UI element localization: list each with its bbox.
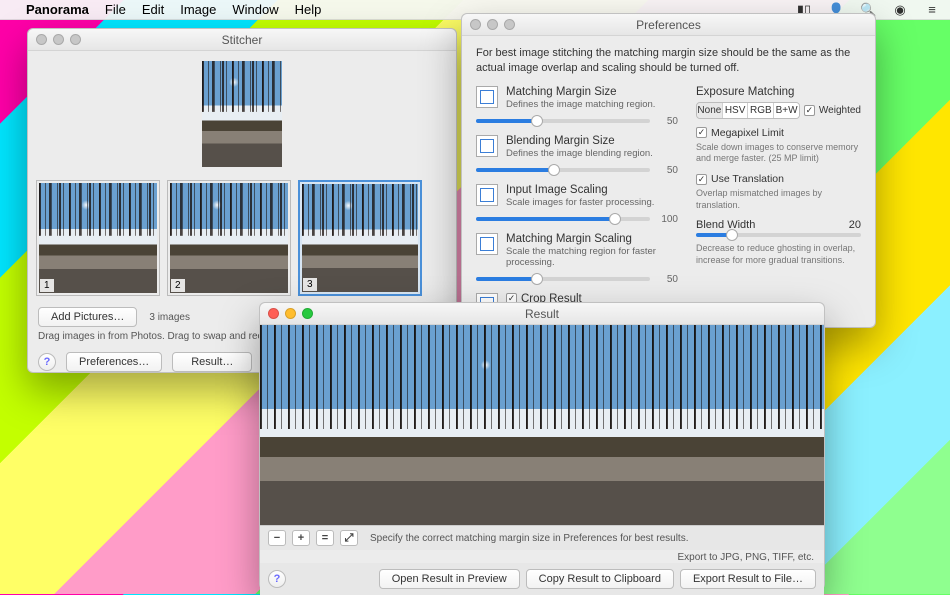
menu-window[interactable]: Window [232, 2, 278, 17]
preferences-window: Preferences For best image stitching the… [461, 13, 876, 328]
zoom-icon[interactable] [70, 34, 81, 45]
result-hint: Specify the correct matching margin size… [370, 533, 688, 544]
thumbnail-number: 3 [303, 278, 317, 291]
prefs-intro: For best image stitching the matching ma… [476, 46, 861, 76]
export-to-file-button[interactable]: Export Result to File… [680, 569, 816, 589]
blending-margin-size-desc: Defines the image blending region. [506, 148, 678, 159]
stitcher-title: Stitcher [28, 33, 456, 47]
matching-margin-scaling-value: 50 [656, 274, 678, 285]
blending-margin-size-slider[interactable] [476, 168, 650, 172]
matching-margin-scaling-label: Matching Margin Scaling [506, 233, 678, 245]
blend-width-note: Decrease to reduce ghosting in overlap, … [696, 243, 861, 266]
thumbnail-strip: 1 2 3 [28, 176, 456, 299]
result-image-view[interactable] [260, 325, 824, 525]
preview-image [202, 61, 282, 167]
zoom-icon[interactable] [504, 19, 515, 30]
megapixel-limit-label: Megapixel Limit [711, 127, 784, 139]
menu-file[interactable]: File [105, 2, 126, 17]
blend-width-value: 20 [849, 219, 861, 231]
minimize-icon[interactable] [53, 34, 64, 45]
prefs-title: Preferences [462, 18, 875, 32]
result-toolbar: − + = ⤢ Specify the correct matching mar… [260, 525, 824, 550]
add-pictures-button[interactable]: Add Pictures… [38, 307, 137, 327]
matching-margin-size-desc: Defines the image matching region. [506, 99, 678, 110]
input-image-scaling-value: 100 [656, 214, 678, 225]
minimize-icon[interactable] [487, 19, 498, 30]
input-image-scaling-desc: Scale images for faster processing. [506, 197, 678, 208]
close-icon[interactable] [36, 34, 47, 45]
exposure-matching-segment[interactable]: None HSV RGB B+W [696, 102, 800, 119]
use-translation-label: Use Translation [711, 173, 784, 185]
blending-margin-size-value: 50 [656, 165, 678, 176]
margin-scaling-icon [476, 233, 498, 255]
menu-image[interactable]: Image [180, 2, 216, 17]
zoom-out-button[interactable]: − [268, 530, 286, 546]
zoom-in-button[interactable]: + [292, 530, 310, 546]
copy-to-clipboard-button[interactable]: Copy Result to Clipboard [526, 569, 674, 589]
close-icon[interactable] [268, 308, 279, 319]
use-translation-checkbox[interactable] [696, 174, 707, 185]
seg-hsv[interactable]: HSV [723, 103, 749, 118]
blend-margin-icon [476, 135, 498, 157]
notification-center-icon[interactable]: ≡ [924, 2, 940, 17]
thumbnail-number: 1 [40, 279, 54, 292]
close-icon[interactable] [470, 19, 481, 30]
help-button[interactable]: ? [268, 570, 286, 588]
open-in-preview-button[interactable]: Open Result in Preview [379, 569, 520, 589]
result-button[interactable]: Result… [172, 352, 252, 372]
help-button[interactable]: ? [38, 353, 56, 371]
app-menu[interactable]: Panorama [26, 2, 89, 17]
zoom-actual-button[interactable]: ⤢ [340, 530, 358, 546]
result-window: Result − + = ⤢ Specify the correct match… [259, 302, 825, 590]
matching-margin-scaling-slider[interactable] [476, 277, 650, 281]
result-titlebar[interactable]: Result [260, 303, 824, 325]
megapixel-limit-checkbox[interactable] [696, 127, 707, 138]
margin-size-icon [476, 86, 498, 108]
input-image-scaling-label: Input Image Scaling [506, 184, 678, 196]
zoom-fit-button[interactable]: = [316, 530, 334, 546]
exposure-matching-label: Exposure Matching [696, 86, 861, 98]
weighted-label: Weighted [819, 105, 861, 116]
matching-margin-size-label: Matching Margin Size [506, 86, 678, 98]
panorama-image [260, 325, 824, 525]
seg-none[interactable]: None [697, 103, 723, 118]
thumbnail[interactable]: 2 [167, 180, 291, 296]
use-translation-note: Overlap mismatched images by translation… [696, 188, 861, 211]
seg-bw[interactable]: B+W [774, 103, 799, 118]
prefs-titlebar[interactable]: Preferences [462, 14, 875, 36]
megapixel-limit-note: Scale down images to conserve memory and… [696, 142, 861, 165]
zoom-icon[interactable] [302, 308, 313, 319]
thumbnail-image [170, 183, 288, 293]
thumbnail-number: 2 [171, 279, 185, 292]
thumbnail-image [39, 183, 157, 293]
result-title: Result [260, 307, 824, 321]
seg-rgb[interactable]: RGB [748, 103, 774, 118]
preferences-button[interactable]: Preferences… [66, 352, 162, 372]
thumbnail[interactable]: 1 [36, 180, 160, 296]
blend-width-label: Blend Width [696, 219, 755, 231]
matching-margin-size-value: 50 [656, 116, 678, 127]
matching-margin-size-slider[interactable] [476, 119, 650, 123]
export-note: Export to JPG, PNG, TIFF, etc. [260, 550, 824, 563]
menu-help[interactable]: Help [295, 2, 322, 17]
minimize-icon[interactable] [285, 308, 296, 319]
result-button-bar: ? Open Result in Preview Copy Result to … [260, 563, 824, 595]
blending-margin-size-label: Blending Margin Size [506, 135, 678, 147]
input-scaling-icon [476, 184, 498, 206]
preview-area [28, 51, 456, 176]
thumbnail-selected[interactable]: 3 [298, 180, 422, 296]
thumbnail-image [302, 184, 418, 292]
stitcher-titlebar[interactable]: Stitcher [28, 29, 456, 51]
matching-margin-scaling-desc: Scale the matching region for faster pro… [506, 246, 678, 268]
blend-width-slider[interactable] [696, 233, 861, 237]
menu-edit[interactable]: Edit [142, 2, 164, 17]
weighted-checkbox[interactable] [804, 105, 815, 116]
input-image-scaling-slider[interactable] [476, 217, 650, 221]
image-count-label: 3 images [149, 312, 190, 323]
siri-icon[interactable]: ◉ [892, 2, 908, 18]
